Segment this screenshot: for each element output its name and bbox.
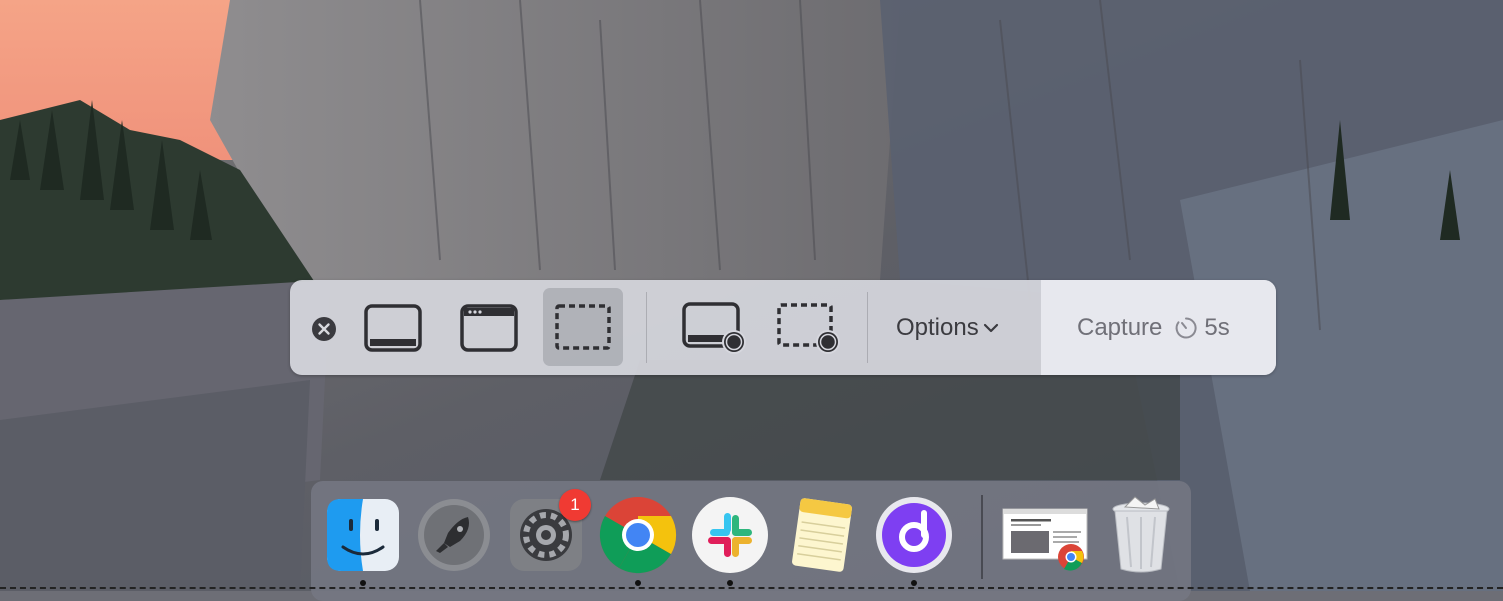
- timer-label: 5s: [1204, 314, 1230, 341]
- chevron-down-icon: [983, 323, 998, 333]
- dock-item-launchpad[interactable]: [414, 495, 494, 575]
- dock-item-purple-app[interactable]: [874, 495, 954, 575]
- options-button[interactable]: Options: [896, 310, 999, 346]
- running-indicator: [635, 580, 641, 586]
- record-entire-screen-button[interactable]: [676, 295, 756, 361]
- timer: 5s: [1174, 314, 1230, 342]
- dock-item-trash[interactable]: [1101, 495, 1181, 575]
- capture-label: Capture: [1077, 314, 1163, 341]
- finder-icon: [327, 499, 399, 571]
- window-icon: [460, 304, 518, 352]
- close-button[interactable]: [310, 315, 338, 343]
- toolbar-divider: [646, 292, 647, 363]
- launchpad-icon: [418, 499, 490, 571]
- record-screen-icon: [682, 302, 746, 354]
- running-indicator: [911, 580, 917, 586]
- selection-icon: [555, 304, 611, 350]
- chrome-window-thumbnail-icon: [1002, 508, 1088, 571]
- dock-divider: [981, 495, 983, 579]
- notes-icon: [792, 498, 852, 572]
- slack-icon: [692, 497, 768, 573]
- dock-item-finder[interactable]: [323, 495, 403, 575]
- screenshot-toolbar: Options Capture 5s: [290, 280, 1276, 375]
- capture-entire-screen-button[interactable]: [358, 295, 428, 361]
- running-indicator: [727, 580, 733, 586]
- capture-selection-button[interactable]: [543, 288, 623, 366]
- dock-item-minimized-window[interactable]: [1001, 495, 1091, 575]
- options-label: Options: [896, 314, 979, 341]
- close-icon: [312, 317, 336, 341]
- chrome-icon: [599, 497, 677, 574]
- entire-screen-icon: [364, 304, 422, 352]
- trash-icon: [1112, 496, 1170, 573]
- dock-item-notes[interactable]: [782, 495, 862, 575]
- dock: 1: [311, 481, 1191, 601]
- dock-item-chrome[interactable]: [598, 495, 678, 575]
- notification-badge: 1: [559, 489, 591, 521]
- selection-marquee: [0, 587, 1503, 589]
- timer-icon: [1176, 317, 1197, 339]
- purple-app-icon: [876, 497, 952, 573]
- toolbar-divider: [867, 292, 868, 363]
- dock-item-slack[interactable]: [690, 495, 770, 575]
- record-selection-button[interactable]: [770, 295, 850, 361]
- capture-button[interactable]: Capture 5s: [1077, 310, 1230, 346]
- record-selection-icon: [777, 303, 840, 354]
- running-indicator: [360, 580, 366, 586]
- capture-window-button[interactable]: [454, 295, 524, 361]
